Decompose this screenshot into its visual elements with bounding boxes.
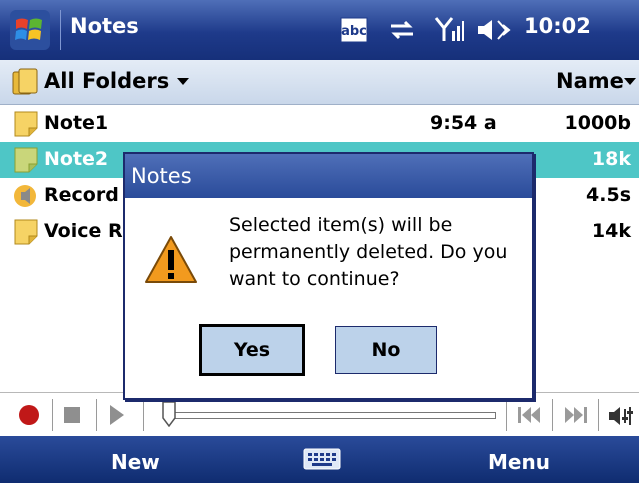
input-mode-icon[interactable]: abc xyxy=(340,17,368,43)
volume-control-icon[interactable] xyxy=(607,405,635,427)
title-separator xyxy=(60,10,61,50)
note-name: Note2 xyxy=(44,148,109,170)
record-button[interactable] xyxy=(19,405,39,425)
stop-button[interactable] xyxy=(64,407,80,423)
signal-strength-icon[interactable] xyxy=(434,15,464,43)
start-menu-icon[interactable] xyxy=(8,8,52,52)
toolbar-divider xyxy=(506,399,507,431)
clock[interactable]: 10:02 xyxy=(524,14,591,38)
title-bar: Notes abc 10:02 xyxy=(0,0,639,60)
note-size: 4.5s xyxy=(586,184,631,206)
dialog-title-bar: Notes xyxy=(125,154,532,198)
note-name: Voice R xyxy=(44,220,123,242)
toolbar-divider xyxy=(552,399,553,431)
note-size: 14k xyxy=(591,220,631,242)
new-softkey[interactable]: New xyxy=(111,450,160,474)
folder-bar: All Folders Name xyxy=(0,60,639,105)
skip-back-icon[interactable] xyxy=(515,405,543,425)
play-button[interactable] xyxy=(110,405,124,425)
no-button[interactable]: No xyxy=(335,326,437,374)
chevron-down-icon[interactable] xyxy=(177,78,189,85)
note-size: 18k xyxy=(591,148,631,170)
confirm-dialog: Notes Selected item(s) will be permanent… xyxy=(123,152,534,400)
list-item[interactable]: Note1 9:54 a 1000b xyxy=(0,106,639,142)
recording-icon xyxy=(14,185,36,207)
slider-thumb[interactable] xyxy=(161,401,177,427)
soft-key-bar: New Menu xyxy=(0,436,639,483)
note-icon xyxy=(14,219,38,245)
connectivity-icon[interactable] xyxy=(387,17,417,43)
svg-text:abc: abc xyxy=(341,24,367,39)
toolbar-divider xyxy=(598,399,599,431)
playback-slider[interactable] xyxy=(172,412,496,419)
folder-dropdown[interactable]: All Folders xyxy=(44,69,169,93)
dialog-title: Notes xyxy=(131,164,192,188)
menu-softkey[interactable]: Menu xyxy=(488,450,550,474)
sort-dropdown[interactable]: Name xyxy=(556,69,624,93)
note-name: Note1 xyxy=(44,112,109,134)
note-size: 1000b xyxy=(564,112,631,134)
chevron-down-icon[interactable] xyxy=(624,78,636,85)
yes-button[interactable]: Yes xyxy=(199,324,305,376)
toolbar-divider xyxy=(96,399,97,431)
app-title: Notes xyxy=(70,14,139,38)
toolbar-divider xyxy=(143,399,144,431)
dialog-message: Selected item(s) will be permanently del… xyxy=(229,214,508,290)
warning-icon xyxy=(145,236,197,283)
skip-forward-icon[interactable] xyxy=(562,405,590,425)
note-name: Record xyxy=(44,184,119,206)
volume-icon[interactable] xyxy=(476,17,512,43)
note-time: 9:54 a xyxy=(430,112,497,134)
keyboard-icon[interactable] xyxy=(303,448,341,470)
note-icon xyxy=(14,111,38,137)
note-icon xyxy=(14,147,38,173)
folder-icon xyxy=(12,68,38,95)
toolbar-divider xyxy=(52,399,53,431)
